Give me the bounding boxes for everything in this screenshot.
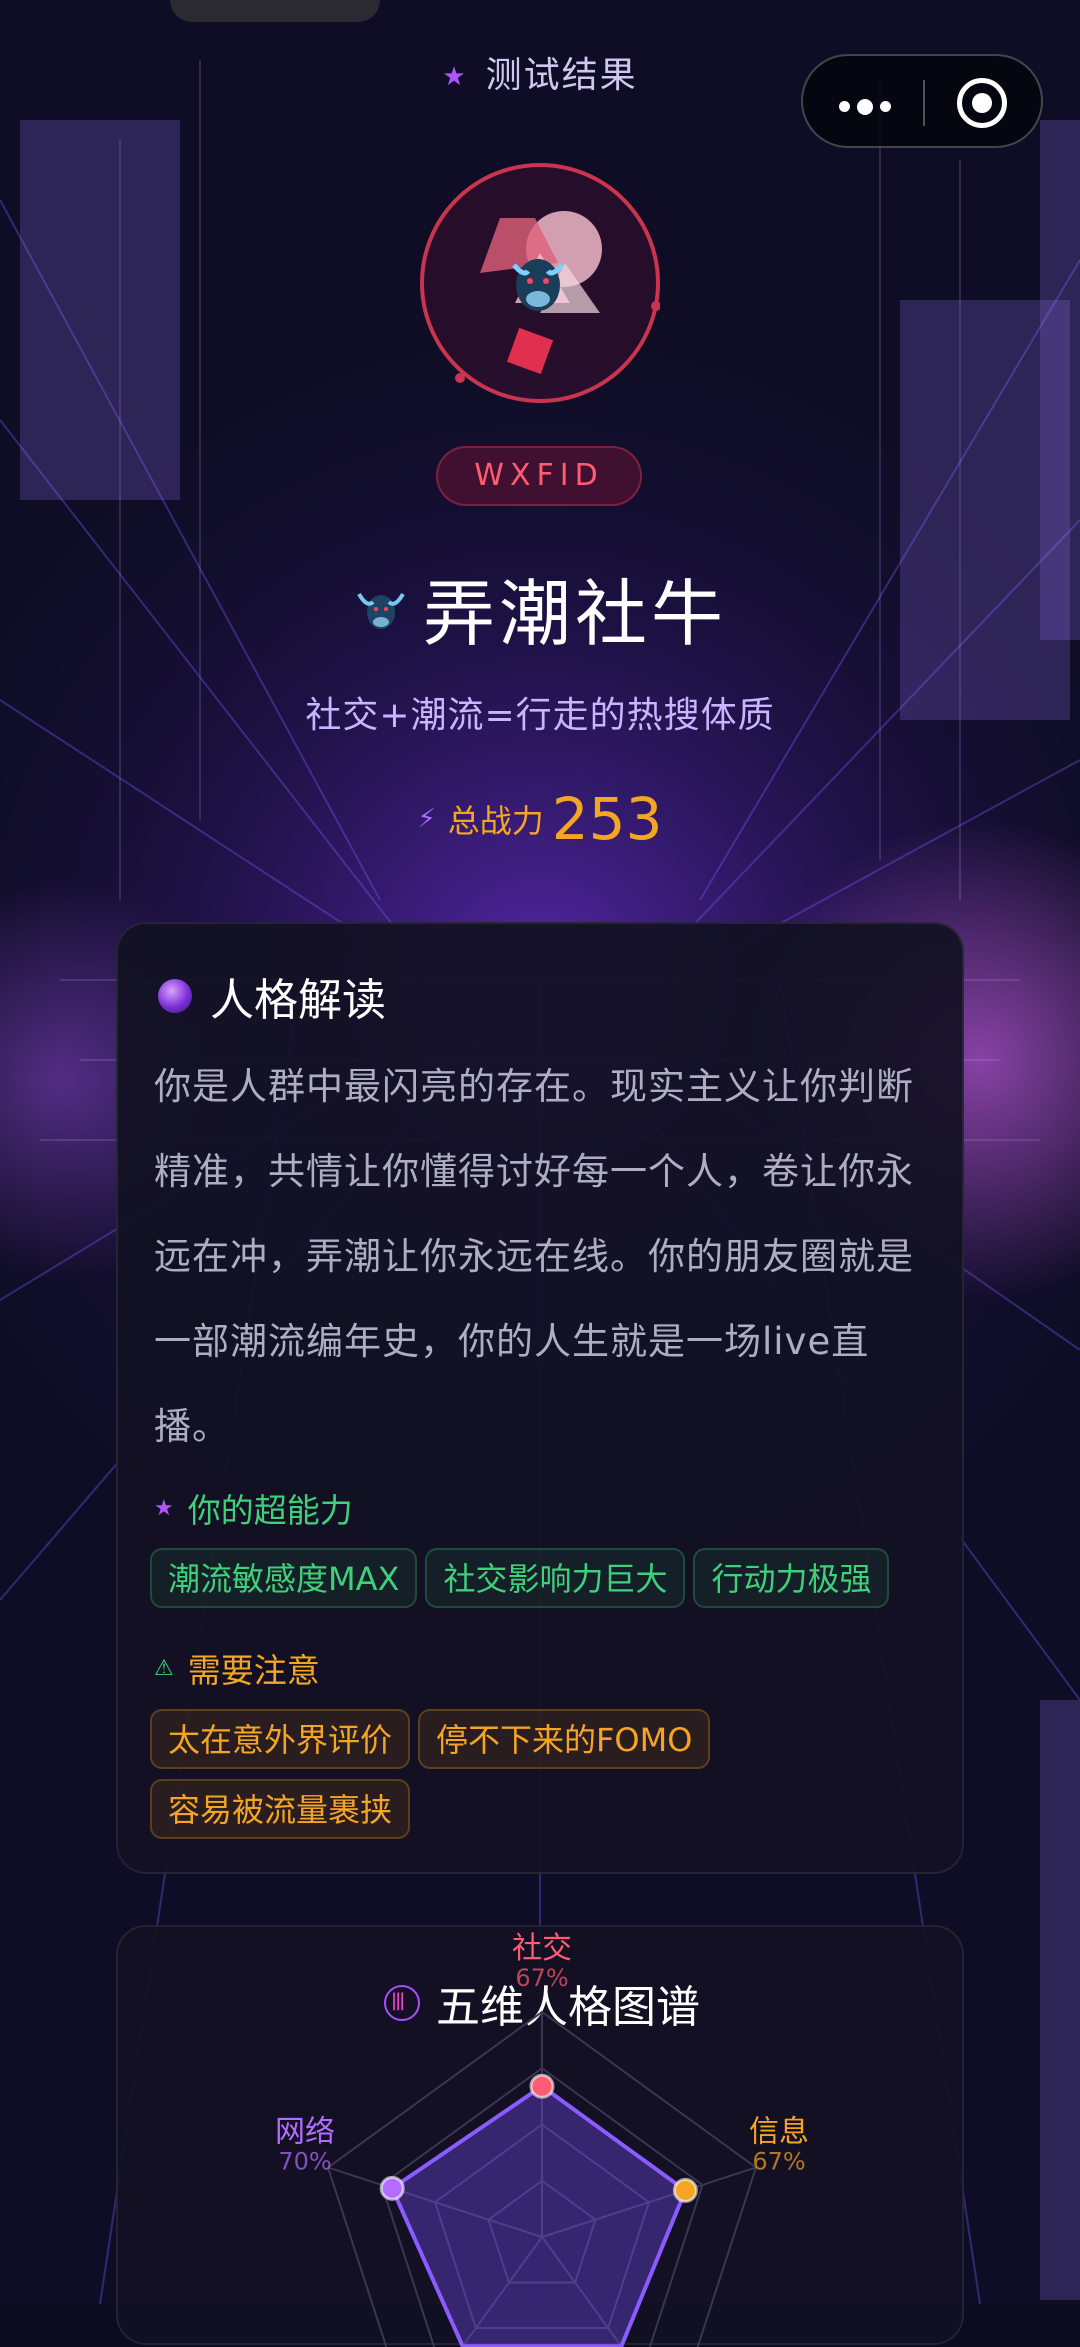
cautions-header: ⚠ 需要注意 [154,1651,320,1690]
star-icon: ★ [154,1495,174,1521]
caution-tag: 停不下来的FOMO [418,1709,711,1769]
radar-value-label: 70% [278,2147,331,2175]
radar-point [672,2177,698,2203]
caution-tag: 容易被流量裹挟 [150,1779,411,1839]
star-icon: ★ [442,62,468,92]
radar-point [529,2073,555,2099]
orb-icon [158,979,192,1013]
user-id-badge: WXFID [436,446,642,506]
radar-value-label: 67% [752,2147,805,2175]
radar-area [389,2083,688,2347]
radar-axis-label: 社交 [512,1931,572,1966]
target-close-icon[interactable] [957,78,1007,128]
power-score: ⚡ 总战力 253 [417,785,663,853]
bull-icon [353,580,409,636]
more-dots-icon[interactable] [839,96,898,116]
personality-title: 弄潮社牛 [0,555,1080,660]
radar-card: 五维人格图谱 社交67%信息67%网络70% [116,1925,964,2347]
strength-tags: 潮流敏感度MAX 社交影响力巨大 行动力极强 [150,1548,940,1618]
caution-tag: 太在意外界评价 [150,1709,411,1769]
capsule-divider [923,80,925,126]
strengths-header: ★ 你的超能力 [154,1491,353,1530]
radar-axis-label: 网络 [275,2114,335,2149]
interpretation-card: 人格解读 你是人群中最闪亮的存在。现实主义让你判断精准，共情让你懂得讨好每一个人… [116,922,964,1874]
radar-value-label: 67% [515,1964,568,1992]
caution-tags: 太在意外界评价 停不下来的FOMO 容易被流量裹挟 [150,1709,940,1849]
avatar [420,163,661,403]
tagline: 社交+潮流=行走的热搜体质 [305,695,775,736]
mini-program-capsule [801,54,1043,148]
warning-icon: ⚠ [154,1655,174,1681]
interpretation-text: 你是人群中最闪亮的存在。现实主义让你判断精准，共情让你懂得讨好每一个人，卷让你永… [154,1065,914,1448]
strength-tag: 行动力极强 [693,1548,890,1608]
radar-axis-label: 信息 [749,2114,809,2149]
interpretation-header: 人格解读 [158,964,386,1028]
radar-chart: 社交67%信息67%网络70% [275,1931,809,2347]
strength-tag: 社交影响力巨大 [425,1548,686,1608]
lightning-icon: ⚡ [417,804,436,834]
top-handle [170,0,380,22]
strength-tag: 潮流敏感度MAX [150,1548,418,1608]
radar-point [379,2175,405,2201]
